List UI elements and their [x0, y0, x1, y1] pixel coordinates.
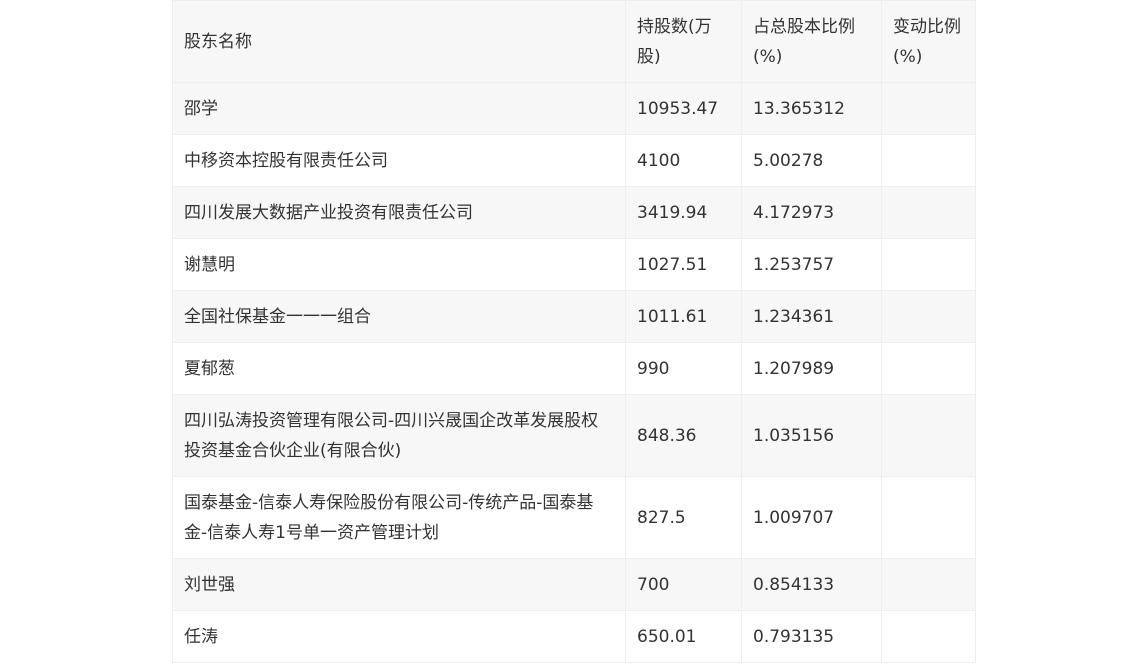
- cell-ratio: 1.234361: [741, 290, 882, 343]
- cell-name: 邵学: [172, 82, 626, 135]
- cell-ratio: 0.854133: [741, 558, 882, 611]
- cell-name: 四川弘涛投资管理有限公司-四川兴晟国企改革发展股权投资基金合伙企业(有限合伙): [172, 394, 626, 477]
- cell-change: [881, 476, 976, 559]
- cell-shares: 4100: [625, 134, 742, 187]
- table-row: 中移资本控股有限责任公司 4100 5.00278: [172, 134, 976, 187]
- cell-ratio: 5.00278: [741, 134, 882, 187]
- cell-change: [881, 290, 976, 343]
- header-change: 变动比例(%): [881, 0, 976, 83]
- table-row: 全国社保基金一一一组合 1011.61 1.234361: [172, 290, 976, 343]
- cell-shares: 10953.47: [625, 82, 742, 135]
- cell-shares: 848.36: [625, 394, 742, 477]
- cell-name: 刘世强: [172, 558, 626, 611]
- cell-ratio: 1.207989: [741, 342, 882, 395]
- cell-change: [881, 186, 976, 239]
- table-row: 谢慧明 1027.51 1.253757: [172, 238, 976, 291]
- header-name: 股东名称: [172, 0, 626, 83]
- cell-ratio: 13.365312: [741, 82, 882, 135]
- cell-ratio: 1.009707: [741, 476, 882, 559]
- table-row: 夏郁葱 990 1.207989: [172, 342, 976, 395]
- table-row: 国泰基金-信泰人寿保险股份有限公司-传统产品-国泰基金-信泰人寿1号单一资产管理…: [172, 476, 976, 559]
- table-row: 任涛 650.01 0.793135: [172, 610, 976, 663]
- cell-name: 国泰基金-信泰人寿保险股份有限公司-传统产品-国泰基金-信泰人寿1号单一资产管理…: [172, 476, 626, 559]
- cell-shares: 700: [625, 558, 742, 611]
- cell-name: 四川发展大数据产业投资有限责任公司: [172, 186, 626, 239]
- cell-name: 任涛: [172, 610, 626, 663]
- cell-change: [881, 82, 976, 135]
- header-shares: 持股数(万股): [625, 0, 742, 83]
- table-row: 邵学 10953.47 13.365312: [172, 82, 976, 135]
- table-row: 刘世强 700 0.854133: [172, 558, 976, 611]
- cell-ratio: 4.172973: [741, 186, 882, 239]
- shareholders-table: 股东名称 持股数(万股) 占总股本比例(%) 变动比例(%) 邵学 10953.…: [172, 0, 976, 663]
- cell-change: [881, 134, 976, 187]
- cell-name: 全国社保基金一一一组合: [172, 290, 626, 343]
- cell-shares: 650.01: [625, 610, 742, 663]
- cell-change: [881, 394, 976, 477]
- cell-change: [881, 610, 976, 663]
- table-row: 四川弘涛投资管理有限公司-四川兴晟国企改革发展股权投资基金合伙企业(有限合伙) …: [172, 394, 976, 477]
- header-ratio: 占总股本比例(%): [741, 0, 882, 83]
- cell-change: [881, 342, 976, 395]
- cell-shares: 3419.94: [625, 186, 742, 239]
- cell-shares: 1011.61: [625, 290, 742, 343]
- cell-change: [881, 558, 976, 611]
- table-header-row: 股东名称 持股数(万股) 占总股本比例(%) 变动比例(%): [172, 0, 976, 83]
- cell-name: 夏郁葱: [172, 342, 626, 395]
- cell-ratio: 1.253757: [741, 238, 882, 291]
- cell-shares: 1027.51: [625, 238, 742, 291]
- cell-ratio: 0.793135: [741, 610, 882, 663]
- cell-name: 谢慧明: [172, 238, 626, 291]
- table-row: 四川发展大数据产业投资有限责任公司 3419.94 4.172973: [172, 186, 976, 239]
- cell-shares: 990: [625, 342, 742, 395]
- cell-name: 中移资本控股有限责任公司: [172, 134, 626, 187]
- cell-ratio: 1.035156: [741, 394, 882, 477]
- cell-shares: 827.5: [625, 476, 742, 559]
- cell-change: [881, 238, 976, 291]
